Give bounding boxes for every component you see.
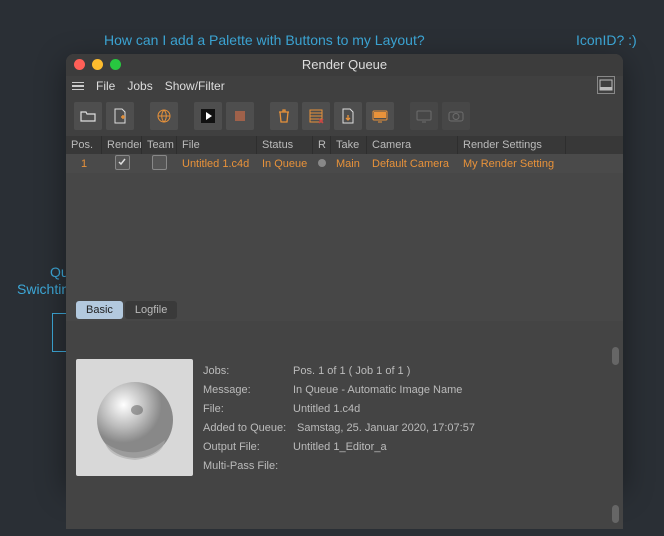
header-camera[interactable]: Camera xyxy=(367,136,458,154)
list-empty-area xyxy=(66,173,623,321)
cell-render-settings: My Render Setting xyxy=(458,155,566,173)
field-output: Output File:Untitled 1_Editor_a xyxy=(203,437,613,456)
cell-pos: 1 xyxy=(66,155,102,173)
cell-file: Untitled 1.c4d xyxy=(177,155,257,173)
monitor-button[interactable] xyxy=(366,102,394,130)
file-label: File: xyxy=(203,403,293,415)
cell-r xyxy=(313,155,331,173)
tab-basic[interactable]: Basic xyxy=(76,301,123,319)
close-window-icon[interactable] xyxy=(74,59,85,70)
output-label: Output File: xyxy=(203,441,293,453)
annotation-top-question: How can I add a Palette with Buttons to … xyxy=(104,32,425,48)
menu-bar: File Jobs Show/Filter xyxy=(66,76,623,96)
cell-camera: Default Camera xyxy=(367,155,458,173)
added-label: Added to Queue: xyxy=(203,422,297,434)
render-queue-window: Render Queue File Jobs Show/Filter Pos. … xyxy=(66,54,623,484)
header-r[interactable]: R xyxy=(313,136,331,154)
sphere-preview-icon xyxy=(85,368,185,468)
open-folder-button[interactable] xyxy=(74,102,102,130)
field-file: File:Untitled 1.c4d xyxy=(203,399,613,418)
message-label: Message: xyxy=(203,384,293,396)
info-fields: Jobs:Pos. 1 of 1 ( Job 1 of 1 ) Message:… xyxy=(203,351,613,519)
cell-team[interactable] xyxy=(142,155,177,173)
details-panel: Jobs:Pos. 1 of 1 ( Job 1 of 1 ) Message:… xyxy=(66,341,623,529)
jobs-label: Jobs: xyxy=(203,365,293,377)
team-checkbox-icon[interactable] xyxy=(152,155,167,170)
cell-render[interactable] xyxy=(102,155,142,173)
file-value: Untitled 1.c4d xyxy=(293,403,360,415)
titlebar: Render Queue xyxy=(66,54,623,76)
play-button[interactable] xyxy=(194,102,222,130)
toolbar xyxy=(66,96,623,136)
header-render-settings[interactable]: Render Settings xyxy=(458,136,566,154)
header-status[interactable]: Status xyxy=(257,136,313,154)
camera-button[interactable] xyxy=(442,102,470,130)
field-added: Added to Queue:Samstag, 25. Januar 2020,… xyxy=(203,418,613,437)
field-multipass: Multi-Pass File: xyxy=(203,456,613,475)
tab-logfile[interactable]: Logfile xyxy=(125,301,177,319)
render-preview xyxy=(76,359,193,476)
globe-button[interactable] xyxy=(150,102,178,130)
delete-button[interactable] xyxy=(270,102,298,130)
annotation-iconid: IconID? :) xyxy=(576,32,637,48)
header-team[interactable]: Team xyxy=(142,136,177,154)
tab-bar: Basic Logfile xyxy=(76,301,179,319)
field-jobs: Jobs:Pos. 1 of 1 ( Job 1 of 1 ) xyxy=(203,361,613,380)
header-file[interactable]: File xyxy=(177,136,257,154)
output-value: Untitled 1_Editor_a xyxy=(293,441,387,453)
hamburger-icon[interactable] xyxy=(72,82,84,91)
maximize-window-icon[interactable] xyxy=(110,59,121,70)
multipass-label: Multi-Pass File: xyxy=(203,460,293,472)
header-render[interactable]: Render xyxy=(102,136,142,154)
clear-list-button[interactable] xyxy=(302,102,330,130)
menu-jobs[interactable]: Jobs xyxy=(127,79,152,93)
header-pos[interactable]: Pos. xyxy=(66,136,102,154)
render-checkbox-icon[interactable] xyxy=(115,155,130,170)
cell-status: In Queue xyxy=(257,155,313,173)
table-headers: Pos. Render Team File Status R Take Came… xyxy=(66,136,623,154)
added-value: Samstag, 25. Januar 2020, 17:07:57 xyxy=(297,422,475,434)
dock-icon[interactable] xyxy=(597,76,615,94)
stop-button[interactable] xyxy=(226,102,254,130)
window-controls xyxy=(74,59,121,70)
message-value: In Queue - Automatic Image Name xyxy=(293,384,462,396)
document-down-button[interactable] xyxy=(334,102,362,130)
scrollbar-top[interactable] xyxy=(612,347,619,365)
external-monitor-button[interactable] xyxy=(410,102,438,130)
minimize-window-icon[interactable] xyxy=(92,59,103,70)
menu-file[interactable]: File xyxy=(96,79,115,93)
window-title: Render Queue xyxy=(302,57,387,72)
header-take[interactable]: Take xyxy=(331,136,367,154)
table-row[interactable]: 1 Untitled 1.c4d In Queue Main Default C… xyxy=(66,154,623,173)
menu-show-filter[interactable]: Show/Filter xyxy=(165,79,225,93)
scrollbar-bottom[interactable] xyxy=(612,505,619,523)
field-message: Message:In Queue - Automatic Image Name xyxy=(203,380,613,399)
status-dot-icon xyxy=(318,159,326,167)
jobs-value: Pos. 1 of 1 ( Job 1 of 1 ) xyxy=(293,365,410,377)
add-document-button[interactable] xyxy=(106,102,134,130)
cell-take: Main xyxy=(331,155,367,173)
